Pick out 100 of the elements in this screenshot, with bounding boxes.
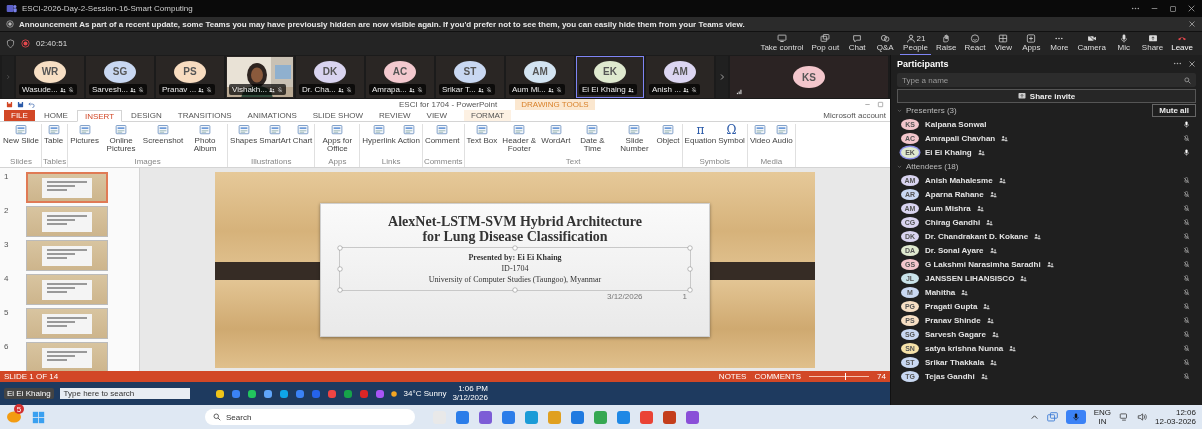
toolbar-button[interactable]: Camera: [1074, 32, 1109, 55]
participant-name: Pragati Gupta: [925, 301, 978, 311]
video-tile[interactable]: AC Amrapa...: [366, 56, 434, 98]
video-tile[interactable]: WR Wasude...: [16, 56, 84, 98]
participant-name: Sarvesh...: [92, 85, 128, 94]
ribbon-button[interactable]: SmartArt: [258, 124, 292, 157]
ribbon-button[interactable]: Action: [396, 124, 421, 157]
app-icon[interactable]: [479, 410, 492, 424]
search-field[interactable]: Search: [205, 409, 415, 425]
video-tile[interactable]: ST Srikar T...: [436, 56, 504, 98]
ribbon-tab[interactable]: FORMAT: [464, 110, 512, 121]
app-icon[interactable]: [640, 410, 653, 424]
close-button[interactable]: [1188, 59, 1196, 68]
toolbar-button[interactable]: View: [990, 32, 1017, 55]
toolbar-button[interactable]: Chat: [844, 32, 871, 55]
toolbar-button[interactable]: Take control: [757, 32, 807, 55]
muted-microphone-icon: [1183, 176, 1190, 184]
people-icon: [408, 86, 415, 93]
app-icon[interactable]: [663, 410, 676, 424]
toolbar-button[interactable]: 21 People: [900, 32, 932, 55]
slide-thumbnail[interactable]: [26, 172, 108, 203]
ribbon-button[interactable]: Chart: [291, 124, 314, 157]
app-icon[interactable]: [571, 410, 584, 424]
app-icon[interactable]: [6, 409, 22, 423]
slide-thumbnail[interactable]: [26, 206, 108, 237]
ribbon-button[interactable]: New Slide: [2, 124, 40, 157]
text-placeholder[interactable]: Presented by: Ei Ei Khaing ID-1704 University of Computer Studies (Taungoo), Myanmar: [339, 247, 691, 292]
ribbon-button[interactable]: WordArt: [540, 124, 572, 157]
microphone-button[interactable]: [1065, 410, 1086, 424]
account-link[interactable]: Microsoft account: [823, 111, 886, 120]
search-field[interactable]: Type here to search: [59, 388, 190, 399]
video-tile[interactable]: SG Sarvesh...: [86, 56, 154, 98]
muted-microphone-icon: [1183, 190, 1190, 198]
language-indicator[interactable]: IN: [1098, 417, 1107, 427]
ribbon-button[interactable]: Date & Time: [571, 124, 614, 157]
mute-all-button[interactable]: Mute all: [1152, 103, 1196, 117]
toolbar-button[interactable]: Mic: [1110, 32, 1137, 55]
ribbon-button[interactable]: Online Pictures: [100, 124, 143, 157]
toolbar-button[interactable]: More: [1046, 32, 1073, 55]
toolbar-button[interactable]: Q&A: [872, 32, 899, 55]
ribbon-tab[interactable]: ANIMATIONS: [240, 110, 304, 121]
ribbon-tab[interactable]: SLIDE SHOW: [305, 110, 370, 121]
ribbon-tab[interactable]: DESIGN: [124, 110, 169, 121]
ribbon-button[interactable]: Screenshot: [142, 124, 185, 157]
ribbon-tab[interactable]: REVIEW: [372, 110, 418, 121]
ribbon-button[interactable]: Comment: [423, 124, 461, 157]
ribbon-tab[interactable]: TRANSITIONS: [170, 110, 239, 121]
dismiss-button[interactable]: [1188, 20, 1196, 28]
app-icon[interactable]: [686, 410, 699, 424]
video-tile[interactable]: AM Aum Mi...: [506, 56, 574, 98]
video-tile[interactable]: DK Dr. Cha...: [296, 56, 364, 98]
participant-name: Wasude...: [22, 85, 58, 94]
ribbon-tab[interactable]: FILE: [4, 110, 35, 121]
ribbon-button[interactable]: Hyperlink: [361, 124, 397, 157]
window-icon: [46, 124, 61, 136]
participant-name: Pranav Shinde: [925, 315, 981, 325]
search-field[interactable]: Type a name: [897, 73, 1196, 87]
ribbon-button[interactable]: Audio: [771, 124, 794, 157]
video-tile[interactable]: EK Ei Ei Khaing: [576, 56, 644, 98]
restore-button[interactable]: [1169, 4, 1177, 13]
slide-title: AlexNet-LSTM-SVM Hybrid Architecture for Lung Disease Classification: [387, 213, 643, 245]
participant-name: JANSSEN LIHANSISCO: [925, 273, 1015, 283]
ribbon-button[interactable]: Photo Album: [184, 124, 227, 157]
ribbon-button[interactable]: Pictures: [69, 124, 101, 157]
ribbon-tab[interactable]: INSERT: [76, 110, 123, 122]
toolbar-button[interactable]: Leave: [1168, 32, 1196, 55]
slide-thumbnail[interactable]: [26, 308, 108, 339]
video-tile[interactable]: PS Pranav ...: [156, 56, 224, 98]
toolbar-button[interactable]: React: [961, 32, 989, 55]
slide-thumbnail[interactable]: [26, 274, 108, 305]
notes-button[interactable]: NOTES: [718, 372, 747, 381]
ribbon-button[interactable]: Slide Number: [613, 124, 656, 157]
video-tile[interactable]: Vishakh...: [226, 56, 294, 98]
language-indicator[interactable]: ENG: [1093, 407, 1112, 417]
video-tile[interactable]: AM Anish ...: [646, 56, 714, 98]
comments-button[interactable]: COMMENTS: [754, 372, 802, 381]
ribbon-button[interactable]: Header & Footer: [498, 124, 541, 157]
ribbon-button[interactable]: Video: [748, 124, 772, 157]
ribbon-button[interactable]: Apps for Office: [316, 124, 359, 157]
microphone-icon: [1183, 120, 1190, 128]
app-icon[interactable]: [617, 410, 630, 424]
ribbon-button[interactable]: Ω Symbol: [717, 124, 746, 157]
toolbar-button[interactable]: Apps: [1018, 32, 1045, 55]
ribbon-button[interactable]: Table: [43, 124, 65, 157]
toolbar-button[interactable]: Raise: [933, 32, 960, 55]
ribbon-button[interactable]: Object: [655, 124, 681, 157]
shield-icon: [6, 39, 15, 48]
toolbar-button[interactable]: Share: [1138, 32, 1167, 55]
ribbon-tab[interactable]: VIEW: [419, 110, 454, 121]
ribbon-button[interactable]: Text Box: [465, 124, 499, 157]
ribbon-tab[interactable]: HOME: [36, 110, 75, 121]
app-icon[interactable]: [456, 410, 469, 424]
ribbon-button[interactable]: Shapes: [229, 124, 259, 157]
slide-thumbnail[interactable]: [26, 240, 108, 271]
share-invite-button[interactable]: Share invite: [897, 89, 1196, 103]
slide-thumbnail[interactable]: [26, 342, 108, 371]
close-button[interactable]: [1187, 4, 1196, 13]
toolbar-button[interactable]: Pop out: [808, 32, 843, 55]
app-icon[interactable]: [502, 410, 515, 424]
ribbon-button[interactable]: π Equation: [683, 124, 718, 157]
